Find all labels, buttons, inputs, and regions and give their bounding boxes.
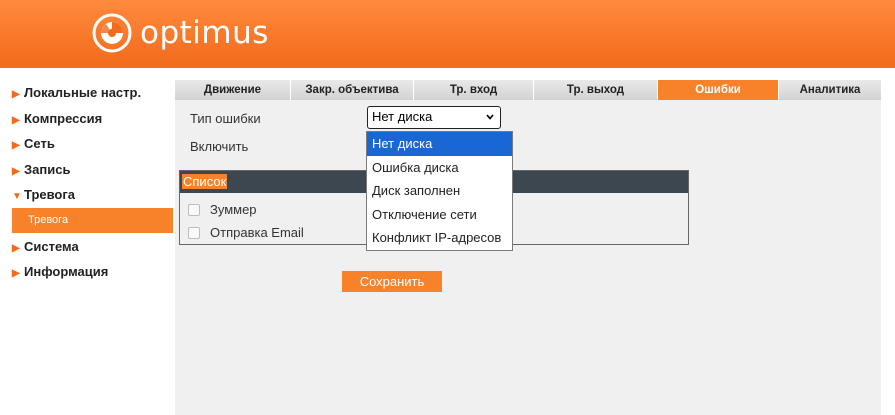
sidebar-item-label: Компрессия [24, 110, 103, 126]
buzzer-label: Зуммер [210, 202, 257, 217]
error-type-dropdown: Нет диска Ошибка диска Диск заполнен Отк… [366, 131, 513, 251]
dropdown-option-no-disk[interactable]: Нет диска [367, 132, 512, 156]
sidebar-item-label: Тревога [24, 187, 76, 202]
sidebar-item-label: Локальные настр. [24, 85, 142, 100]
error-type-value: Нет диска [372, 109, 433, 124]
email-option: Отправка Email [188, 225, 304, 240]
sidebar-item-network[interactable]: ▶ Сеть [0, 131, 173, 157]
sidebar-item-label: Система [24, 238, 79, 254]
arrow-right-icon: ▶ [12, 89, 20, 100]
dropdown-option-ip-conflict[interactable]: Конфликт IP-адресов [367, 226, 512, 250]
sidebar-item-label: Запись [24, 161, 71, 177]
sidebar-subitem-alarm[interactable]: Тревога [12, 207, 173, 233]
error-type-label: Тип ошибки [190, 111, 261, 126]
tab-analytics[interactable]: Аналитика [779, 80, 881, 100]
tab-motion[interactable]: Движение [175, 80, 291, 100]
error-type-select[interactable]: Нет диска [367, 106, 501, 129]
main-panel: Движение Закр. объектива Тр. вход Тр. вы… [175, 80, 881, 415]
arrow-right-icon: ▶ [12, 140, 20, 151]
arrow-down-icon: ▼ [12, 191, 22, 202]
save-button[interactable]: Сохранить [342, 271, 442, 292]
sidebar-item-label: Сеть [24, 136, 55, 151]
sidebar-item-label: Информация [24, 264, 109, 279]
sidebar-item-recording[interactable]: ▶ Запись [0, 157, 173, 183]
arrow-right-icon: ▶ [12, 242, 20, 254]
sidebar-item-information[interactable]: ▶ Информация [0, 259, 173, 285]
tab-errors[interactable]: Ошибки [658, 80, 779, 100]
arrow-right-icon: ▶ [12, 114, 20, 126]
dropdown-option-disk-error[interactable]: Ошибка диска [367, 156, 512, 180]
chevron-down-icon [486, 114, 494, 120]
sidebar-item-system[interactable]: ▶ Система [0, 234, 173, 260]
brand-logo: optimus [92, 13, 269, 53]
logo-icon [92, 13, 132, 53]
sidebar-item-local-settings[interactable]: ▶ Локальные настр. [0, 80, 173, 106]
sidebar-item-compression[interactable]: ▶ Компрессия [0, 106, 173, 132]
buzzer-checkbox[interactable] [188, 203, 200, 216]
dropdown-option-network-disconnect[interactable]: Отключение сети [367, 203, 512, 227]
tab-lens-cover[interactable]: Закр. объектива [291, 80, 414, 100]
list-title: Список [182, 174, 228, 189]
buzzer-option: Зуммер [188, 202, 257, 217]
tab-alarm-out[interactable]: Тр. выход [534, 80, 658, 100]
header-bar: optimus [0, 0, 895, 68]
sidebar: ▶ Локальные настр. ▶ Компрессия ▶ Сеть ▶ Зап… [0, 68, 173, 415]
brand-name: optimus [140, 15, 269, 51]
dropdown-option-disk-full[interactable]: Диск заполнен [367, 179, 512, 203]
tab-alarm-in[interactable]: Тр. вход [414, 80, 534, 100]
sidebar-item-alarm[interactable]: ▼ Тревога [0, 182, 173, 208]
email-checkbox[interactable] [188, 226, 200, 239]
email-label: Отправка Email [210, 225, 304, 240]
arrow-right-icon: ▶ [12, 268, 20, 279]
arrow-right-icon: ▶ [12, 165, 20, 177]
enable-label: Включить [190, 139, 249, 154]
tab-bar: Движение Закр. объектива Тр. вход Тр. вы… [175, 80, 881, 100]
